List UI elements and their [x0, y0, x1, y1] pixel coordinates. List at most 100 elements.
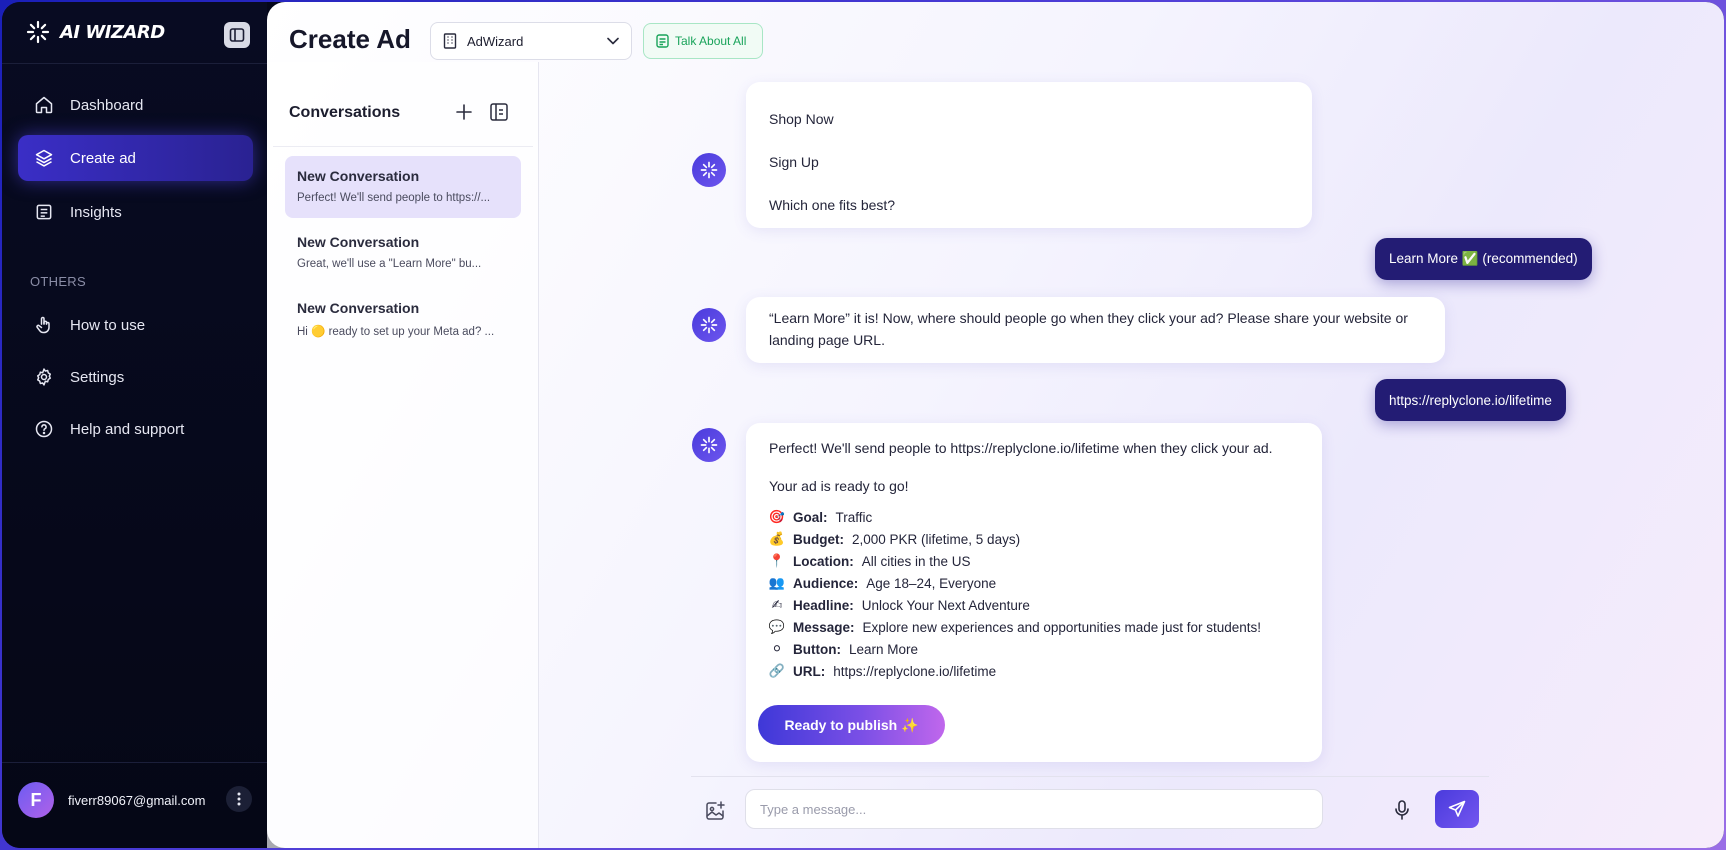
conversations-panel: Conversations New Conversation Perfect! …: [267, 62, 539, 848]
brand-name: AI WIZARD: [60, 21, 165, 43]
bot-message: “Learn More” it is! Now, where should pe…: [746, 297, 1445, 363]
document-icon: [36, 204, 52, 220]
summary-budget: 💰 Budget: 2,000 PKR (lifetime, 5 days): [769, 529, 1261, 551]
summary-value: Age 18–24, Everyone: [866, 576, 997, 591]
send-button[interactable]: [1435, 790, 1479, 828]
sidebar-item-dashboard[interactable]: Dashboard: [18, 82, 253, 128]
bot-avatar: [692, 308, 726, 342]
hand-pointer-icon: [36, 316, 50, 334]
bot-logo-icon: [700, 316, 718, 334]
brand[interactable]: AI WIZARD: [26, 20, 165, 44]
conversation-item[interactable]: New Conversation Great, we'll use a "Lea…: [285, 222, 521, 284]
notes-icon: [656, 34, 669, 48]
speech-bubble-icon: 💬: [768, 620, 786, 635]
send-icon: [1448, 800, 1466, 817]
talk-about-all-button[interactable]: Talk About All: [643, 23, 763, 59]
sidebar-item-label: How to use: [70, 316, 146, 334]
conversation-item[interactable]: New Conversation Hi 🟡 ready to set up yo…: [285, 288, 521, 350]
pin-icon: 📍: [768, 554, 786, 569]
sidebar-divider: [2, 63, 267, 64]
conversations-title: Conversations: [289, 104, 401, 121]
summary-headline: ✍ Headline: Unlock Your Next Adventure: [769, 595, 1261, 617]
user-menu-button[interactable]: [226, 786, 252, 812]
conversation-title: New Conversation: [297, 168, 420, 184]
brand-logo-icon: [26, 20, 50, 44]
home-icon: [35, 96, 53, 114]
sidebar-item-label: Dashboard: [70, 96, 144, 114]
more-vertical-icon: [237, 792, 241, 806]
summary-label: Headline:: [793, 598, 854, 613]
bot-message: Shop Now Sign Up Which one fits best?: [746, 82, 1312, 228]
summary-location: 📍 Location: All cities in the US: [769, 551, 1261, 573]
building-icon: [443, 33, 457, 49]
summary-value: Unlock Your Next Adventure: [861, 598, 1030, 613]
sidebar-item-settings[interactable]: Settings: [18, 354, 253, 400]
bot-avatar: [692, 153, 726, 187]
microphone-icon[interactable]: [1393, 800, 1411, 820]
workspace-name: AdWizard: [467, 33, 524, 49]
app-window: AI WIZARD Dashboard Create ad Insights O…: [2, 2, 1724, 848]
summary-audience: 👥 Audience: Age 18–24, Everyone: [769, 573, 1261, 595]
bot-message: Perfect! We'll send people to https://re…: [746, 423, 1322, 762]
summary-label: Message:: [793, 620, 855, 635]
conversation-title: New Conversation: [297, 300, 420, 316]
ad-summary-list: 🎯 Goal: Traffic 💰 Budget: 2,000 PKR (lif…: [769, 507, 1261, 683]
user-profile[interactable]: F fiverr89067@gmail.com: [18, 782, 205, 818]
cta-option: Shop Now: [769, 111, 834, 127]
sidebar-item-insights[interactable]: Insights: [18, 189, 253, 235]
summary-value: Explore new experiences and opportunitie…: [862, 620, 1262, 635]
message-input[interactable]: [745, 789, 1323, 829]
talk-about-all-label: Talk About All: [675, 34, 747, 48]
question-text: Which one fits best?: [769, 197, 896, 213]
conversation-preview: Hi 🟡 ready to set up your Meta ad? ...: [297, 326, 495, 338]
summary-label: Button:: [793, 642, 841, 657]
chevron-down-icon: [607, 37, 619, 45]
summary-value: Learn More: [848, 642, 919, 657]
collapse-sidebar-button[interactable]: [224, 22, 250, 48]
sidebar-item-label: Help and support: [70, 420, 185, 438]
workspace-select[interactable]: AdWizard: [430, 22, 632, 60]
summary-value: https://replyclone.io/lifetime: [833, 664, 997, 679]
sidebar-item-label: Insights: [70, 203, 122, 221]
gear-icon: [37, 368, 51, 386]
summary-value: All cities in the US: [861, 554, 971, 569]
summary-label: Location:: [793, 554, 854, 569]
bot-avatar: [692, 428, 726, 462]
sidebar-toggle-icon: [229, 28, 245, 42]
user-email: fiverr89067@gmail.com: [68, 792, 206, 808]
money-bag-icon: 💰: [768, 532, 786, 547]
summary-label: Audience:: [793, 576, 859, 591]
conversation-preview: Great, we'll use a "Learn More" bu...: [297, 258, 482, 270]
sidebar: AI WIZARD Dashboard Create ad Insights O…: [2, 2, 267, 848]
bot-logo-icon: [700, 436, 718, 454]
new-conversation-icon[interactable]: [454, 102, 474, 122]
layers-icon: [35, 149, 53, 167]
conversation-title: New Conversation: [297, 234, 420, 250]
user-message: Learn More ✅ (recommended): [1375, 238, 1592, 280]
main-content: Create Ad AdWizard Talk About All Conver…: [267, 2, 1724, 848]
people-icon: 👥: [768, 576, 786, 591]
toggle-conversations-icon[interactable]: [489, 102, 509, 122]
summary-message: 💬 Message: Explore new experiences and o…: [769, 617, 1261, 639]
sidebar-item-how-to-use[interactable]: How to use: [18, 302, 253, 348]
sidebar-divider: [2, 762, 267, 763]
summary-goal: 🎯 Goal: Traffic: [769, 507, 1261, 529]
summary-label: URL:: [793, 664, 826, 679]
sidebar-item-label: Create ad: [70, 149, 136, 167]
summary-value: 2,000 PKR (lifetime, 5 days): [852, 532, 1021, 547]
summary-value: Traffic: [835, 510, 873, 525]
composer-divider: [691, 776, 1489, 777]
sidebar-item-create-ad[interactable]: Create ad: [18, 135, 253, 181]
image-upload-icon[interactable]: [704, 800, 726, 822]
ready-to-publish-button[interactable]: Ready to publish ✨: [758, 705, 945, 745]
conversation-preview: Perfect! We'll send people to https://..…: [297, 192, 491, 204]
sidebar-item-help[interactable]: Help and support: [18, 406, 253, 452]
intro-text: Perfect! We'll send people to https://re…: [769, 440, 1273, 456]
help-circle-icon: [35, 420, 53, 438]
sidebar-item-label: Settings: [70, 368, 125, 386]
target-icon: 🎯: [768, 510, 786, 525]
cta-option: Sign Up: [769, 154, 819, 170]
link-icon: 🔗: [768, 664, 786, 679]
conversation-item[interactable]: New Conversation Perfect! We'll send peo…: [285, 156, 521, 218]
others-section-label: OTHERS: [30, 274, 86, 289]
